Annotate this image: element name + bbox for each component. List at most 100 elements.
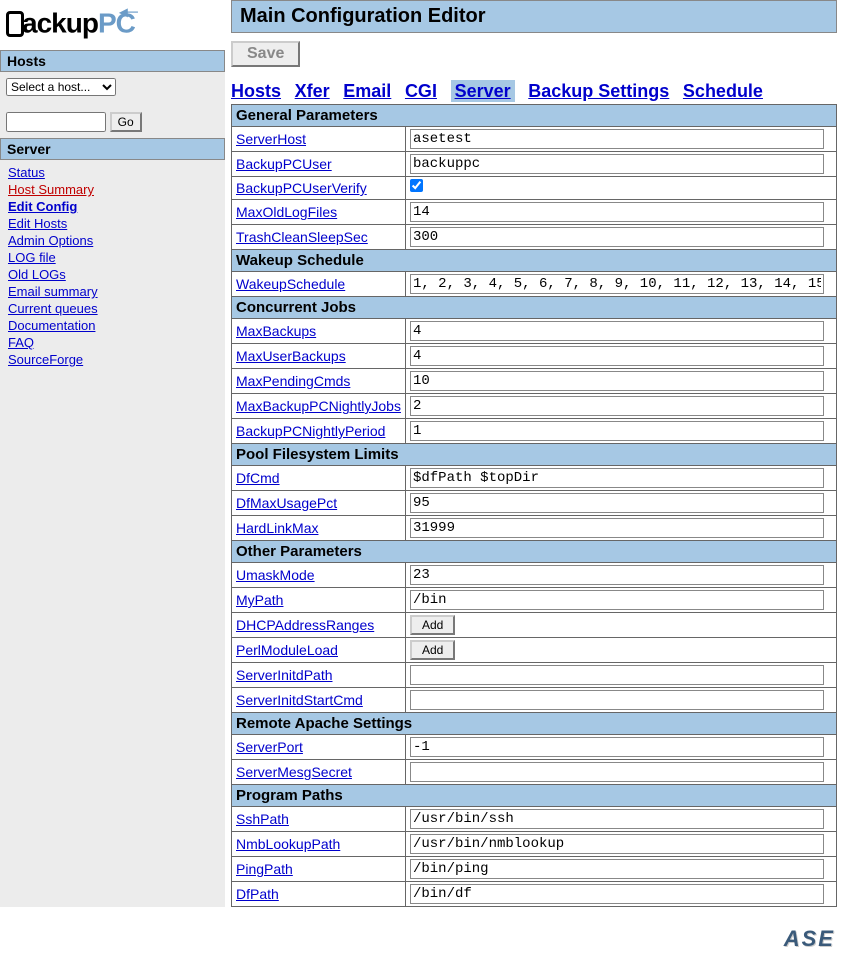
group-header: Wakeup Schedule xyxy=(232,250,837,272)
nav-link[interactable]: Edit Hosts xyxy=(8,216,67,231)
param-link[interactable]: BackupPCNightlyPeriod xyxy=(236,423,385,439)
param-input[interactable] xyxy=(410,834,824,854)
config-row: UmaskMode xyxy=(232,563,837,588)
nav-link[interactable]: Host Summary xyxy=(8,182,94,197)
param-link[interactable]: ServerHost xyxy=(236,131,306,147)
param-link[interactable]: MaxOldLogFiles xyxy=(236,204,337,220)
param-link[interactable]: MaxBackupPCNightlyJobs xyxy=(236,398,401,414)
config-row: ServerPort xyxy=(232,735,837,760)
config-row: BackupPCUser xyxy=(232,152,837,177)
param-link[interactable]: DHCPAddressRanges xyxy=(236,617,374,633)
tab[interactable]: Hosts xyxy=(231,81,281,101)
param-input[interactable] xyxy=(410,493,824,513)
param-link[interactable]: DfMaxUsagePct xyxy=(236,495,337,511)
param-link[interactable]: UmaskMode xyxy=(236,567,315,583)
nav-link[interactable]: Status xyxy=(8,165,45,180)
group-header: Pool Filesystem Limits xyxy=(232,444,837,466)
config-row: WakeupSchedule xyxy=(232,272,837,297)
param-link[interactable]: ServerMesgSecret xyxy=(236,764,352,780)
page-title: Main Configuration Editor xyxy=(231,0,837,33)
param-link[interactable]: PingPath xyxy=(236,861,293,877)
config-row: MaxUserBackups xyxy=(232,344,837,369)
host-search-input[interactable] xyxy=(6,112,106,132)
param-link[interactable]: SshPath xyxy=(236,811,289,827)
param-input[interactable] xyxy=(410,154,824,174)
config-row: DHCPAddressRanges Add xyxy=(232,613,837,638)
param-link[interactable]: MyPath xyxy=(236,592,283,608)
param-input[interactable] xyxy=(410,809,824,829)
param-input[interactable] xyxy=(410,884,824,904)
nav-link[interactable]: Current queues xyxy=(8,301,98,316)
param-input[interactable] xyxy=(410,690,824,710)
config-row: DfMaxUsagePct xyxy=(232,491,837,516)
nav-link[interactable]: FAQ xyxy=(8,335,34,350)
param-link[interactable]: MaxUserBackups xyxy=(236,348,346,364)
add-button[interactable]: Add xyxy=(410,615,455,635)
group-header: Other Parameters xyxy=(232,541,837,563)
param-link[interactable]: DfCmd xyxy=(236,470,280,486)
param-input[interactable] xyxy=(410,129,824,149)
config-row: HardLinkMax xyxy=(232,516,837,541)
go-button[interactable]: Go xyxy=(110,112,142,132)
param-link[interactable]: MaxPendingCmds xyxy=(236,373,350,389)
server-header: Server xyxy=(0,138,225,160)
param-input[interactable] xyxy=(410,565,824,585)
config-row: MyPath xyxy=(232,588,837,613)
save-button[interactable]: Save xyxy=(231,41,300,67)
nav-list: Status Host Summary Edit Config Edit Hosts A… xyxy=(0,160,225,368)
tab[interactable]: CGI xyxy=(405,81,437,101)
config-table: General Parameters ServerHost BackupPCUser… xyxy=(231,104,837,907)
param-input[interactable] xyxy=(410,202,824,222)
nav-link[interactable]: SourceForge xyxy=(8,352,83,367)
config-row: MaxBackups xyxy=(232,319,837,344)
nav-link[interactable]: Documentation xyxy=(8,318,95,333)
nav-link[interactable]: Email summary xyxy=(8,284,98,299)
config-row: DfCmd xyxy=(232,466,837,491)
param-link[interactable]: ServerInitdStartCmd xyxy=(236,692,363,708)
param-link[interactable]: ServerInitdPath xyxy=(236,667,333,683)
nav-link[interactable]: LOG file xyxy=(8,250,56,265)
tab[interactable]: Email xyxy=(343,81,391,101)
group-header: General Parameters xyxy=(232,105,837,127)
param-link[interactable]: TrashCleanSleepSec xyxy=(236,229,368,245)
tab[interactable]: Backup Settings xyxy=(528,81,669,101)
group-header: Program Paths xyxy=(232,785,837,807)
param-input[interactable] xyxy=(410,274,824,294)
param-input[interactable] xyxy=(410,396,824,416)
param-link[interactable]: BackupPCUserVerify xyxy=(236,180,367,196)
param-input[interactable] xyxy=(410,346,824,366)
param-input[interactable] xyxy=(410,859,824,879)
param-link[interactable]: NmbLookupPath xyxy=(236,836,340,852)
param-input[interactable] xyxy=(410,468,824,488)
config-row: ServerMesgSecret xyxy=(232,760,837,785)
tabs: Hosts Xfer Email CGI Server Backup Setti… xyxy=(231,81,837,102)
param-input[interactable] xyxy=(410,371,824,391)
param-link[interactable]: HardLinkMax xyxy=(236,520,318,536)
param-link[interactable]: DfPath xyxy=(236,886,279,902)
group-header: Remote Apache Settings xyxy=(232,713,837,735)
param-input[interactable] xyxy=(410,590,824,610)
nav-link[interactable]: Old LOGs xyxy=(8,267,66,282)
nav-link[interactable]: Edit Config xyxy=(8,199,77,214)
param-link[interactable]: MaxBackups xyxy=(236,323,316,339)
param-link[interactable]: BackupPCUser xyxy=(236,156,332,172)
tab[interactable]: Server xyxy=(451,80,515,102)
param-input[interactable] xyxy=(410,737,824,757)
param-input[interactable] xyxy=(410,665,824,685)
main: Main Configuration Editor Save Hosts Xfe… xyxy=(225,0,843,907)
param-input[interactable] xyxy=(410,321,824,341)
add-button[interactable]: Add xyxy=(410,640,455,660)
param-checkbox[interactable] xyxy=(410,179,423,192)
tab[interactable]: Xfer xyxy=(295,81,330,101)
param-input[interactable] xyxy=(410,227,824,247)
nav-link[interactable]: Admin Options xyxy=(8,233,93,248)
config-row: TrashCleanSleepSec xyxy=(232,225,837,250)
param-link[interactable]: PerlModuleLoad xyxy=(236,642,338,658)
param-input[interactable] xyxy=(410,518,824,538)
param-input[interactable] xyxy=(410,421,824,441)
param-link[interactable]: WakeupSchedule xyxy=(236,276,345,292)
param-link[interactable]: ServerPort xyxy=(236,739,303,755)
tab[interactable]: Schedule xyxy=(683,81,763,101)
param-input[interactable] xyxy=(410,762,824,782)
host-select[interactable]: Select a host... xyxy=(6,78,116,96)
